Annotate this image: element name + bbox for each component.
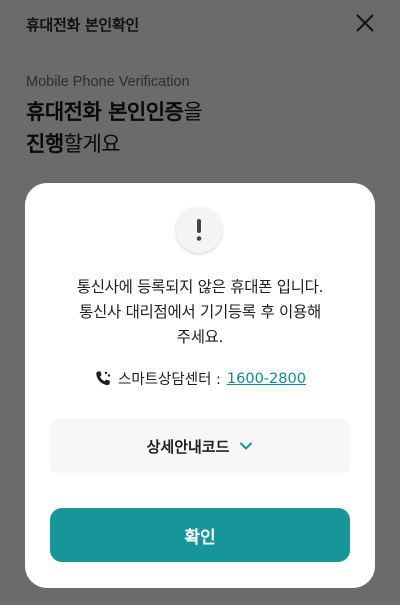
message-line-2: 통신사 대리점에서 기기등록 후 이용해 — [79, 303, 321, 321]
subtitle: Mobile Phone Verification — [26, 74, 190, 90]
message-line-3: 주세요. — [176, 328, 224, 346]
page-title: 휴대전화 본인확인 — [26, 16, 139, 34]
close-icon — [356, 14, 374, 32]
headline: 휴대전화 본인인증을 진행할게요 — [26, 96, 203, 160]
close-button[interactable] — [354, 12, 376, 34]
detail-code-label: 상세안내코드 — [146, 437, 230, 456]
header: 휴대전화 본인확인 — [0, 0, 400, 50]
message-line-1: 통신사에 등록되지 않은 휴대폰 입니다. — [76, 278, 324, 296]
headline-line-2-bold: 진행 — [26, 132, 64, 156]
detail-code-toggle[interactable]: 상세안내코드 — [50, 419, 350, 473]
headline-line-2: 진행할게요 — [26, 128, 202, 160]
phone-link[interactable]: 1600-2800 — [227, 371, 306, 387]
exclamation-icon — [176, 207, 222, 253]
headline-line-1-bold: 휴대전화 본인인증 — [26, 100, 184, 124]
phone-icon — [96, 371, 111, 385]
headline-line-1: 휴대전화 본인인증을 — [26, 96, 203, 128]
headline-line-2-rest: 할게요 — [63, 132, 121, 156]
alert-dialog: 통신사에 등록되지 않은 휴대폰 입니다. 통신사 대리점에서 기기등록 후 이… — [25, 183, 375, 588]
verification-page: 휴대전화 본인확인 Mobile Phone Verification 휴대전화… — [0, 0, 400, 605]
contact-row: 스마트상담센터 : 1600-2800 — [25, 368, 375, 389]
headline-line-1-rest: 을 — [183, 100, 203, 124]
contact-label: 스마트상담센터 : — [118, 372, 221, 388]
alert-message: 통신사에 등록되지 않은 휴대폰 입니다. 통신사 대리점에서 기기등록 후 이… — [25, 275, 375, 350]
confirm-button[interactable]: 확인 — [50, 508, 350, 562]
chevron-down-icon — [240, 442, 253, 450]
